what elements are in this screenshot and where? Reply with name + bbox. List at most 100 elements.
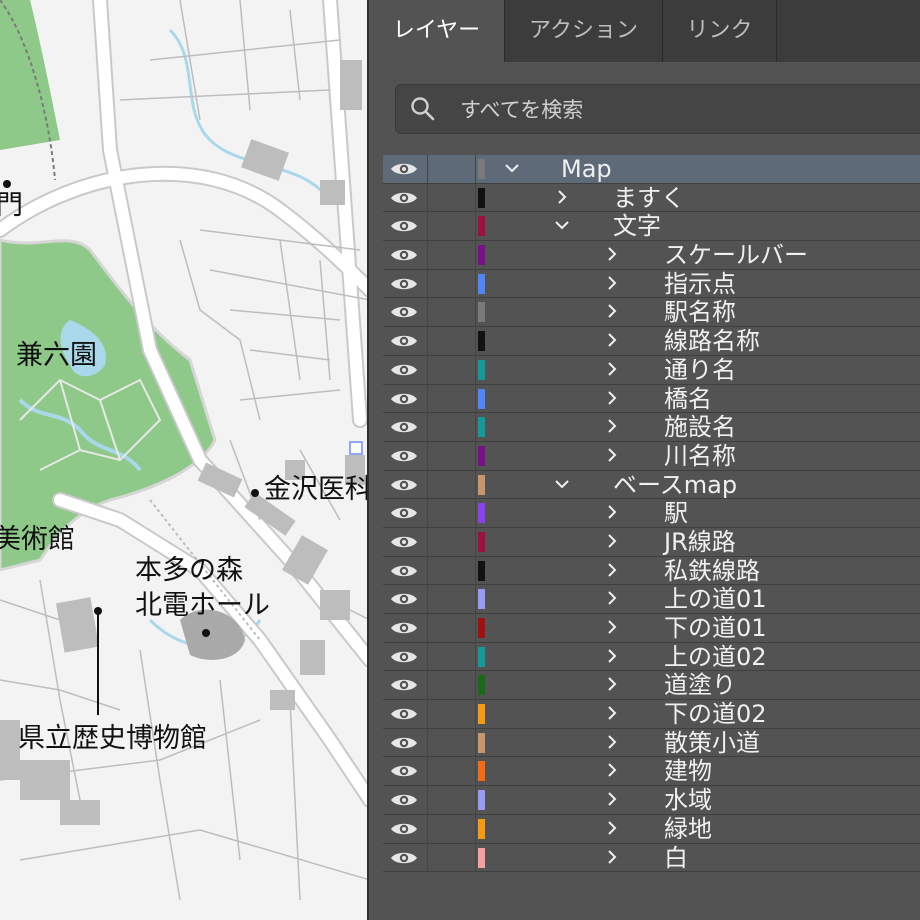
visibility-toggle[interactable] — [383, 183, 428, 212]
layer-row[interactable]: 水域 — [383, 786, 920, 815]
lock-toggle[interactable] — [427, 585, 476, 613]
layer-row[interactable]: ベースmap — [383, 470, 920, 500]
lock-toggle[interactable] — [427, 700, 476, 728]
layer-row[interactable]: 私鉄線路 — [383, 556, 920, 586]
lock-toggle[interactable] — [427, 298, 476, 327]
layer-row[interactable]: 駅名称 — [383, 298, 920, 328]
chevron-down-icon[interactable] — [553, 475, 571, 493]
lock-toggle[interactable] — [427, 413, 476, 441]
visibility-toggle[interactable] — [383, 843, 428, 872]
visibility-toggle[interactable] — [383, 786, 428, 814]
lock-toggle[interactable] — [427, 441, 476, 470]
layer-row[interactable]: 線路名称 — [383, 327, 920, 356]
lock-toggle[interactable] — [427, 355, 476, 384]
chevron-right-icon[interactable] — [603, 561, 621, 579]
chevron-right-icon[interactable] — [603, 618, 621, 636]
chevron-right-icon[interactable] — [603, 417, 621, 435]
layer-row[interactable]: JR線路 — [383, 527, 920, 557]
lock-toggle[interactable] — [427, 642, 476, 671]
chevron-right-icon[interactable] — [603, 331, 621, 349]
layer-row[interactable]: 川名称 — [383, 441, 920, 471]
layer-row[interactable]: 散策小道 — [383, 728, 920, 758]
layer-row[interactable]: 橋名 — [383, 384, 920, 414]
chevron-right-icon[interactable] — [603, 245, 621, 263]
visibility-toggle[interactable] — [383, 527, 428, 556]
chevron-right-icon[interactable] — [603, 503, 621, 521]
layer-row[interactable]: 指示点 — [383, 269, 920, 299]
layer-row[interactable]: 駅 — [383, 499, 920, 528]
chevron-right-icon[interactable] — [553, 188, 571, 206]
lock-toggle[interactable] — [427, 241, 476, 269]
visibility-toggle[interactable] — [383, 728, 428, 757]
lock-toggle[interactable] — [427, 384, 476, 413]
visibility-toggle[interactable] — [383, 441, 428, 470]
lock-toggle[interactable] — [427, 470, 476, 499]
visibility-toggle[interactable] — [383, 327, 428, 355]
layer-row[interactable]: ますく — [383, 183, 920, 213]
chevron-right-icon[interactable] — [603, 274, 621, 292]
layer-row[interactable]: 白 — [383, 843, 920, 873]
layer-row[interactable]: 文字 — [383, 212, 920, 242]
layer-row[interactable]: 建物 — [383, 757, 920, 787]
visibility-toggle[interactable] — [383, 269, 428, 298]
chevron-down-icon[interactable] — [553, 216, 571, 234]
visibility-toggle[interactable] — [383, 585, 428, 613]
layer-row[interactable]: 緑地 — [383, 814, 920, 844]
chevron-right-icon[interactable] — [603, 704, 621, 722]
visibility-toggle[interactable] — [383, 470, 428, 499]
lock-toggle[interactable] — [427, 183, 476, 212]
visibility-toggle[interactable] — [383, 814, 428, 843]
visibility-toggle[interactable] — [383, 499, 428, 527]
layer-row[interactable]: 施設名 — [383, 413, 920, 442]
chevron-right-icon[interactable] — [603, 446, 621, 464]
visibility-toggle[interactable] — [383, 642, 428, 671]
layer-row[interactable]: 下の道01 — [383, 614, 920, 643]
search-box[interactable] — [395, 84, 920, 134]
chevron-right-icon[interactable] — [603, 532, 621, 550]
visibility-toggle[interactable] — [383, 556, 428, 585]
lock-toggle[interactable] — [427, 757, 476, 786]
search-input[interactable] — [458, 91, 902, 129]
lock-toggle[interactable] — [427, 556, 476, 585]
tab-layers[interactable]: レイヤー — [369, 0, 505, 62]
visibility-toggle[interactable] — [383, 298, 428, 327]
visibility-toggle[interactable] — [383, 757, 428, 786]
chevron-right-icon[interactable] — [603, 733, 621, 751]
visibility-toggle[interactable] — [383, 155, 428, 183]
visibility-toggle[interactable] — [383, 241, 428, 269]
lock-toggle[interactable] — [427, 212, 476, 241]
map-canvas[interactable]: 門 兼六園 金沢医科 美術館 本多の森 北電ホール 県立歴史博物館 — [0, 0, 370, 920]
layer-row[interactable]: スケールバー — [383, 241, 920, 270]
layer-row[interactable]: 上の道02 — [383, 642, 920, 672]
layer-row[interactable]: Map — [383, 155, 920, 184]
layer-row[interactable]: 道塗り — [383, 671, 920, 701]
visibility-toggle[interactable] — [383, 212, 428, 241]
lock-toggle[interactable] — [427, 269, 476, 298]
layer-row[interactable]: 上の道01 — [383, 585, 920, 614]
lock-toggle[interactable] — [427, 786, 476, 814]
lock-toggle[interactable] — [427, 814, 476, 843]
visibility-toggle[interactable] — [383, 413, 428, 441]
chevron-right-icon[interactable] — [603, 360, 621, 378]
chevron-right-icon[interactable] — [603, 675, 621, 693]
visibility-toggle[interactable] — [383, 355, 428, 384]
chevron-right-icon[interactable] — [603, 819, 621, 837]
lock-toggle[interactable] — [427, 327, 476, 355]
visibility-toggle[interactable] — [383, 384, 428, 413]
lock-toggle[interactable] — [427, 155, 476, 183]
visibility-toggle[interactable] — [383, 614, 428, 642]
tab-actions[interactable]: アクション — [505, 0, 663, 62]
lock-toggle[interactable] — [427, 499, 476, 527]
chevron-right-icon[interactable] — [603, 790, 621, 808]
lock-toggle[interactable] — [427, 728, 476, 757]
chevron-right-icon[interactable] — [603, 647, 621, 665]
layer-row[interactable]: 通り名 — [383, 355, 920, 385]
chevron-right-icon[interactable] — [603, 302, 621, 320]
visibility-toggle[interactable] — [383, 700, 428, 728]
chevron-down-icon[interactable] — [503, 159, 521, 177]
lock-toggle[interactable] — [427, 843, 476, 872]
lock-toggle[interactable] — [427, 527, 476, 556]
chevron-right-icon[interactable] — [603, 389, 621, 407]
tab-links[interactable]: リンク — [663, 0, 777, 62]
chevron-right-icon[interactable] — [603, 848, 621, 866]
